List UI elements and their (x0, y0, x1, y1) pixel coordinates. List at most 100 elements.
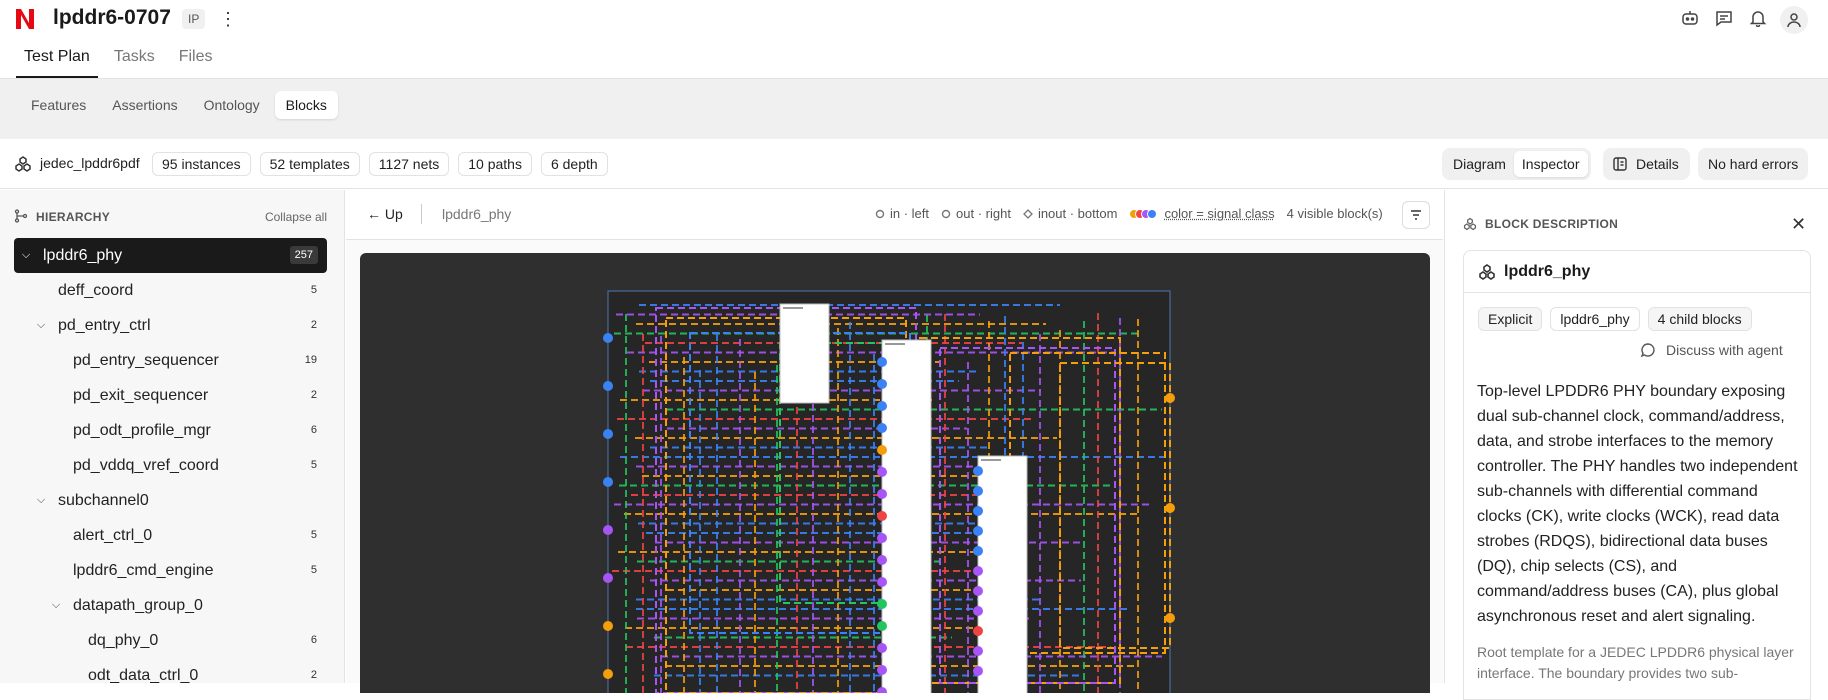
messages-icon[interactable] (1712, 6, 1736, 30)
toolbar-divider (421, 204, 422, 224)
subtab-ontology[interactable]: Ontology (193, 91, 271, 119)
hierarchy-sidebar: HIERARCHY Collapse all ⌵ lpddr6_phy 257 … (0, 190, 345, 683)
close-icon[interactable]: ✕ (1791, 214, 1806, 235)
port (877, 577, 887, 587)
chevron-down-icon[interactable]: ⌵ (50, 588, 62, 623)
app-logo[interactable] (13, 7, 37, 31)
block-diagram-svg (360, 253, 1430, 693)
view-toggle: Diagram Inspector (1442, 148, 1591, 180)
diamond-icon (1023, 209, 1033, 219)
signal-color-swatches (1129, 209, 1153, 219)
output-port (1165, 503, 1175, 513)
blocks-icon (1463, 217, 1477, 231)
port (877, 445, 887, 455)
project-title: lpddr6-0707 (53, 6, 171, 30)
subtab-assertions[interactable]: Assertions (101, 91, 188, 119)
tree-node[interactable]: dq_phy_0 6 (14, 623, 327, 658)
details-panel-icon (1612, 156, 1628, 172)
port (877, 599, 887, 609)
port (877, 555, 887, 565)
tree-node[interactable]: pd_vddq_vref_coord 5 (14, 448, 327, 483)
diagram-toggle-button[interactable]: Diagram (1445, 151, 1514, 177)
discuss-label: Discuss with agent (1666, 342, 1783, 358)
depth-chip: 6 depth (541, 152, 608, 176)
inspector-panel: BLOCK DESCRIPTION ✕ lpddr6_phy Explicit … (1444, 190, 1828, 683)
chevron-down-icon[interactable]: ⌵ (35, 308, 47, 343)
tree-node[interactable]: ⌵ datapath_group_0 (14, 588, 327, 623)
tree-node[interactable]: pd_odt_profile_mgr 6 (14, 413, 327, 448)
port (877, 401, 887, 411)
user-avatar[interactable] (1780, 6, 1808, 34)
tree-node-label: datapath_group_0 (73, 588, 203, 623)
port (877, 665, 887, 675)
color-legend-link[interactable]: color = signal class (1164, 206, 1274, 221)
hierarchy-label: HIERARCHY (36, 210, 110, 224)
input-port (603, 381, 613, 391)
tab-files[interactable]: Files (171, 44, 221, 78)
tree-node-count: 5 (311, 553, 317, 588)
block-description-label: BLOCK DESCRIPTION (1485, 217, 1618, 231)
more-options-icon[interactable]: ⋮ (219, 9, 235, 29)
tab-tasks[interactable]: Tasks (106, 44, 163, 78)
notifications-bell-icon[interactable] (1746, 6, 1770, 30)
subtab-features[interactable]: Features (20, 91, 97, 119)
input-port (603, 477, 613, 487)
tree-node[interactable]: ⌵ pd_entry_ctrl 2 (14, 308, 327, 343)
child-block-title (783, 307, 803, 309)
tree-node-label: lpddr6_cmd_engine (73, 553, 214, 588)
port (877, 511, 887, 521)
tree-node-label: alert_ctrl_0 (73, 518, 152, 553)
port (877, 489, 887, 499)
chat-bubble-icon (1640, 342, 1656, 358)
block-template-tag: lpddr6_phy (1550, 307, 1639, 331)
sub-tab-bar: Features Assertions Ontology Blocks (0, 78, 1828, 139)
tree-node-label: pd_exit_sequencer (73, 378, 208, 413)
tab-test-plan[interactable]: Test Plan (16, 44, 98, 78)
discuss-with-agent-button[interactable]: Discuss with agent (1632, 342, 1791, 358)
tree-node-label: pd_odt_profile_mgr (73, 413, 211, 448)
navigate-up-button[interactable]: ← Up (367, 206, 403, 222)
child-block (780, 304, 829, 403)
blocks-icon (14, 155, 32, 173)
collapse-all-button[interactable]: Collapse all (265, 210, 327, 224)
tree-node[interactable]: odt_data_ctrl_0 2 (14, 658, 327, 693)
tree-node[interactable]: pd_entry_sequencer 19 (14, 343, 327, 378)
project-type-badge: IP (182, 9, 205, 29)
paths-count-chip: 10 paths (458, 152, 532, 176)
port (877, 379, 887, 389)
block-kind-tag: Explicit (1478, 307, 1542, 331)
input-port (603, 429, 613, 439)
tree-node[interactable]: ⌵ lpddr6_phy 257 (14, 238, 327, 273)
tree-node-count: 6 (311, 623, 317, 658)
top-bar: lpddr6-0707 IP ⋮ (0, 0, 1828, 40)
output-port (1165, 613, 1175, 623)
tree-node[interactable]: lpddr6_cmd_engine 5 (14, 553, 327, 588)
details-button[interactable]: Details (1603, 148, 1690, 180)
tree-node[interactable]: ⌵ subchannel0 (14, 483, 327, 518)
block-template-note: Root template for a JEDEC LPDDR6 physica… (1477, 642, 1805, 684)
filter-icon (1409, 208, 1423, 222)
legend-inout-label: inout · bottom (1038, 206, 1118, 221)
tree-node[interactable]: deff_coord 5 (14, 273, 327, 308)
tree-node-count: 2 (311, 308, 317, 343)
bot-icon[interactable] (1678, 6, 1702, 30)
tree-node[interactable]: alert_ctrl_0 5 (14, 518, 327, 553)
tree-node-label: pd_vddq_vref_coord (73, 448, 219, 483)
tree-node[interactable]: pd_exit_sequencer 2 (14, 378, 327, 413)
output-port (1165, 393, 1175, 403)
port (973, 526, 983, 536)
inspector-toggle-button[interactable]: Inspector (1514, 151, 1588, 177)
block-diagram[interactable] (360, 253, 1430, 693)
port (973, 586, 983, 596)
error-status-button[interactable]: No hard errors (1698, 148, 1808, 180)
main-tabs: Test Plan Tasks Files (16, 44, 229, 78)
filter-button[interactable] (1402, 201, 1430, 229)
tree-node-count: 2 (311, 378, 317, 413)
chevron-down-icon[interactable]: ⌵ (35, 483, 47, 518)
input-port (603, 525, 613, 535)
tree-node-label: dq_phy_0 (88, 623, 158, 658)
chevron-down-icon[interactable]: ⌵ (20, 238, 32, 273)
port (877, 621, 887, 631)
port (973, 466, 983, 476)
subtab-blocks[interactable]: Blocks (275, 91, 338, 119)
